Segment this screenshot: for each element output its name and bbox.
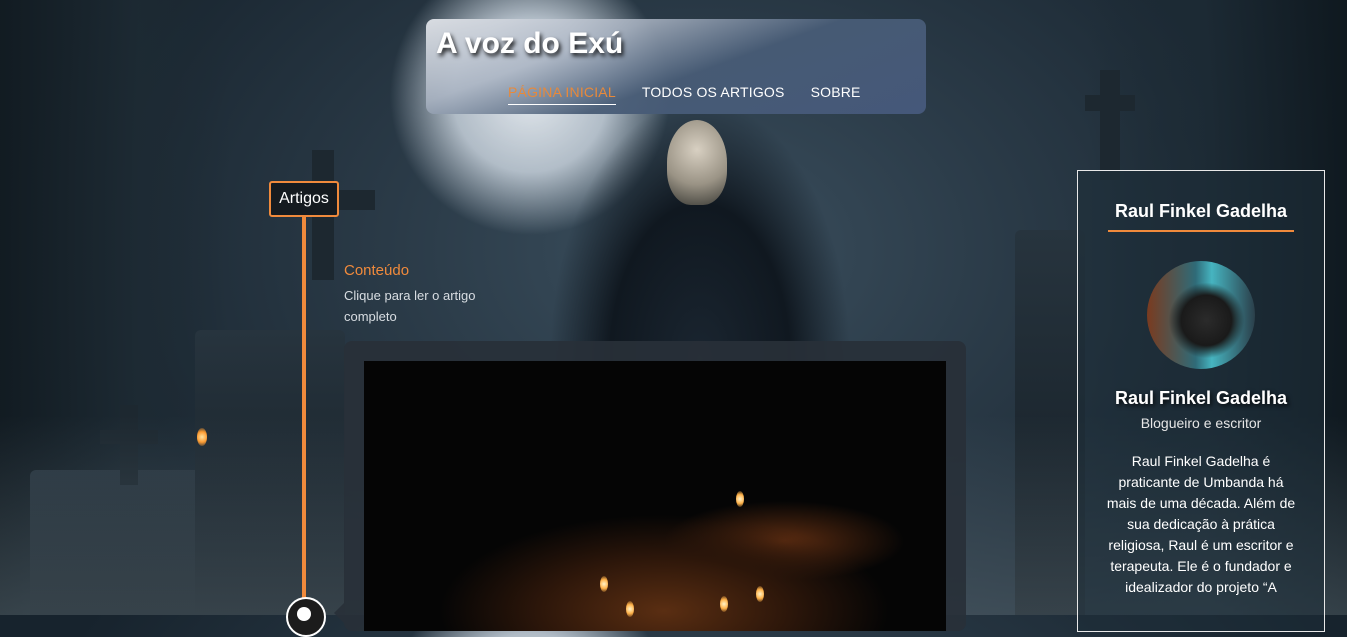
author-widget: Raul Finkel Gadelha Raul Finkel Gadelha … xyxy=(1077,170,1325,632)
author-widget-title: Raul Finkel Gadelha xyxy=(1114,201,1288,221)
skull-image xyxy=(667,120,727,205)
title-underline xyxy=(1108,230,1294,232)
timeline-line xyxy=(302,216,306,615)
author-bio: Raul Finkel Gadelha é praticante de Umba… xyxy=(1106,453,1296,595)
site-header: A voz do Exú PÁGINA INICIAL TODOS OS ART… xyxy=(426,19,926,114)
article-card[interactable] xyxy=(334,341,966,631)
candle-flame-icon xyxy=(756,586,764,602)
post-description: Clique para ler o artigo completo xyxy=(344,288,476,324)
candle-flame-icon xyxy=(736,491,744,507)
timeline-label: Artigos xyxy=(269,181,339,217)
main-nav: PÁGINA INICIAL TODOS OS ARTIGOS SOBRE xyxy=(508,84,861,105)
post-heading[interactable]: Conteúdo xyxy=(344,262,409,279)
author-role: Blogueiro e escritor xyxy=(1140,415,1262,431)
article-thumbnail[interactable] xyxy=(364,361,946,631)
candle-flame-icon xyxy=(720,596,728,612)
timeline-dot-icon xyxy=(286,597,326,637)
nav-item-home[interactable]: PÁGINA INICIAL xyxy=(508,84,616,105)
cross-right xyxy=(1100,70,1120,180)
nav-item-about[interactable]: SOBRE xyxy=(811,84,861,105)
author-name: Raul Finkel Gadelha xyxy=(1114,388,1288,408)
candle-flame-icon xyxy=(600,576,608,592)
nav-item-all-articles[interactable]: TODOS OS ARTIGOS xyxy=(642,84,785,105)
author-avatar xyxy=(1147,261,1255,369)
site-title[interactable]: A voz do Exú xyxy=(436,27,623,61)
cross-right-bar xyxy=(1085,95,1135,111)
